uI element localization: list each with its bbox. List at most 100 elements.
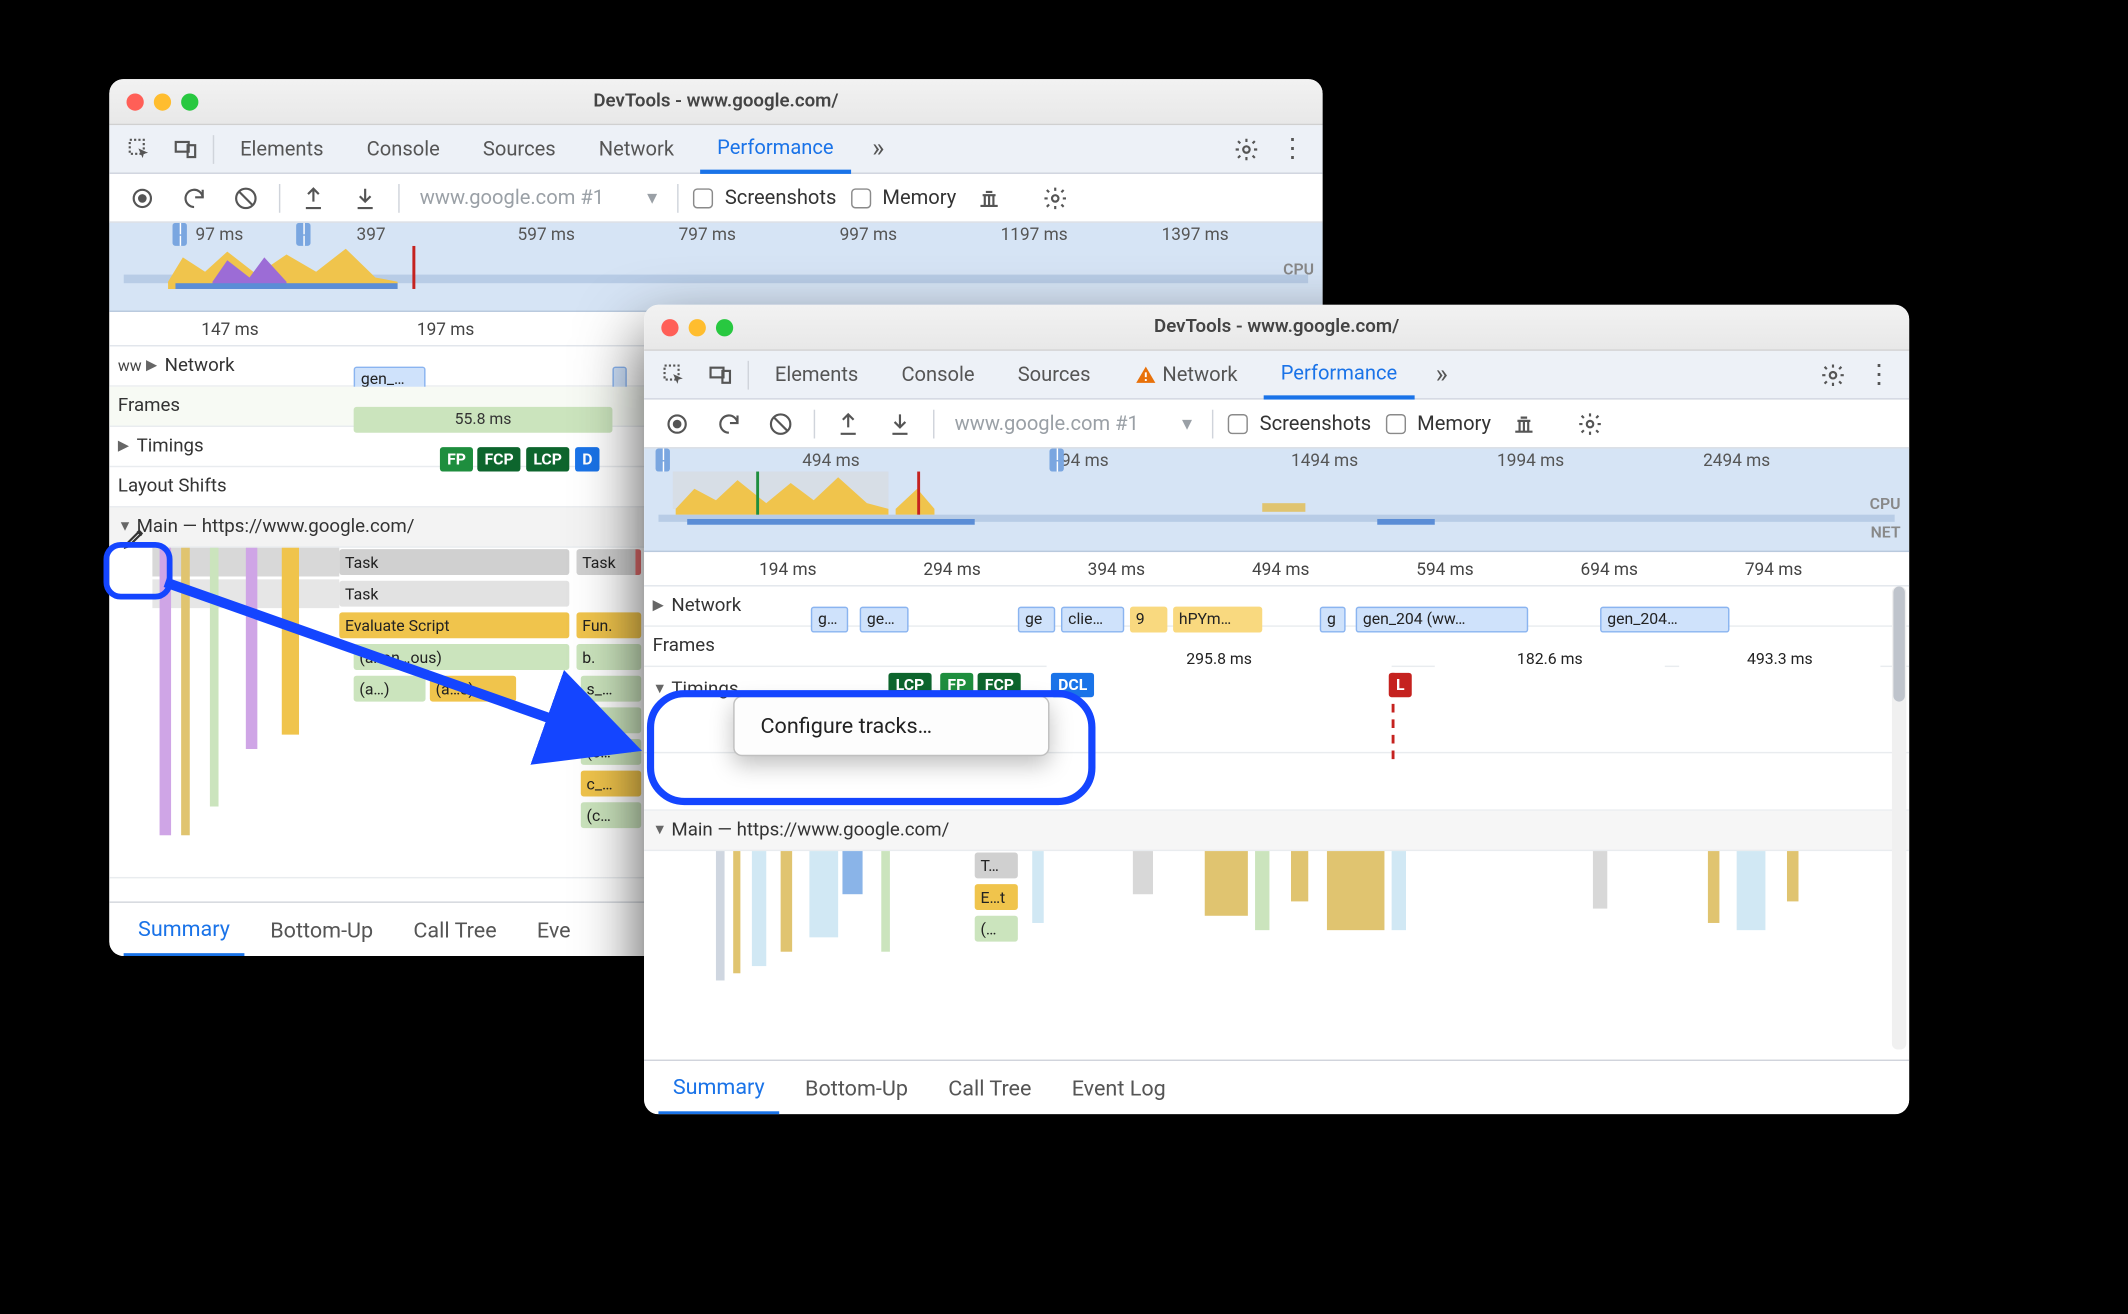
capture-settings-icon[interactable] — [1572, 405, 1609, 442]
download-icon[interactable] — [881, 405, 918, 442]
range-handle-left[interactable] — [173, 223, 187, 246]
flame-entry[interactable]: s_… — [581, 676, 641, 702]
overview-ruler: 494 ms 94 ms 1494 ms 1994 ms 2494 ms — [644, 449, 1909, 472]
tab-sources[interactable]: Sources — [1000, 350, 1107, 399]
device-toggle-icon[interactable] — [167, 130, 204, 167]
timings-track-label: Timings — [137, 436, 204, 458]
flame-entry[interactable]: (a…) — [354, 676, 426, 702]
minimize-icon[interactable] — [154, 93, 171, 110]
tab-sources[interactable]: Sources — [466, 124, 573, 173]
range-handle-left[interactable] — [656, 449, 670, 472]
cpu-overview-graph — [124, 246, 1309, 289]
btab-summary[interactable]: Summary — [124, 903, 245, 956]
kebab-menu-icon[interactable]: ⋮ — [1860, 356, 1897, 393]
menu-configure-tracks[interactable]: Configure tracks… — [735, 703, 1048, 749]
screenshots-checkbox[interactable]: Screenshots — [693, 186, 836, 209]
inspect-icon[interactable] — [656, 356, 693, 393]
btab-calltree[interactable]: Call Tree — [399, 902, 511, 956]
flame-entry[interactable]: b. — [576, 644, 641, 670]
settings-icon[interactable] — [1814, 356, 1851, 393]
flame-entry[interactable]: (a…s) — [430, 676, 516, 702]
recording-dropdown-label: www.google.com #1 — [420, 186, 604, 209]
scrollbar[interactable] — [1892, 587, 1906, 1051]
close-icon[interactable] — [127, 93, 144, 110]
tab-network[interactable]: Network — [582, 124, 692, 173]
flame-entry[interactable]: (c… — [581, 802, 641, 828]
clear-icon[interactable] — [762, 405, 799, 442]
upload-icon[interactable] — [295, 179, 332, 216]
flame-entry[interactable]: Evaluate Script — [339, 612, 569, 638]
recording-dropdown[interactable]: www.google.com #1 ▾ — [949, 412, 1198, 435]
timing-fp-badge: FP — [940, 673, 973, 697]
btab-summary[interactable]: Summary — [658, 1061, 779, 1114]
expand-icon[interactable]: ▶ — [653, 598, 667, 614]
tab-console[interactable]: Console — [884, 350, 992, 399]
minimize-icon[interactable] — [689, 318, 706, 335]
flame-entry[interactable]: (… — [975, 916, 1018, 942]
task-chip[interactable]: Task — [576, 549, 641, 575]
flame-entry[interactable]: Fun. — [576, 612, 641, 638]
timeline-overview[interactable]: 97 ms 397 597 ms 797 ms 997 ms 1197 ms 1… — [109, 223, 1322, 312]
timing-lcp-badge: LCP — [888, 673, 931, 697]
devtools-window-b: DevTools - www.google.com/ Elements Cons… — [644, 305, 1909, 1114]
collapse-icon[interactable]: ▼ — [653, 822, 667, 838]
network-track: ▶Network g… ge… ge clie… 9 hPYm… g gen_2… — [644, 587, 1909, 627]
expand-icon[interactable]: ▶ — [118, 438, 132, 454]
frames-track: Frames 295.8 ms 182.6 ms 493.3 ms — [644, 627, 1909, 667]
upload-icon[interactable] — [830, 405, 867, 442]
record-icon[interactable] — [124, 179, 161, 216]
reload-icon[interactable] — [175, 179, 212, 216]
edit-tracks-icon[interactable] — [115, 518, 155, 558]
main-track-header[interactable]: ▼ Main — https://www.google.com/ — [644, 811, 1909, 851]
more-tabs-icon[interactable]: » — [860, 130, 897, 167]
close-icon[interactable] — [661, 318, 678, 335]
btab-eventlog[interactable]: Eve — [523, 902, 585, 956]
tab-network[interactable]: Network — [1116, 350, 1255, 399]
more-tabs-icon[interactable]: » — [1423, 356, 1460, 393]
download-icon[interactable] — [346, 179, 383, 216]
tab-elements[interactable]: Elements — [758, 350, 876, 399]
inspect-icon[interactable] — [121, 130, 158, 167]
tab-console[interactable]: Console — [349, 124, 457, 173]
recording-dropdown[interactable]: www.google.com #1 ▾ — [414, 186, 663, 209]
window-title: DevTools - www.google.com/ — [644, 316, 1909, 338]
range-handle-right[interactable] — [296, 223, 310, 246]
memory-checkbox[interactable]: Memory — [851, 186, 957, 209]
net-label: NET — [1871, 523, 1901, 542]
flame-entry[interactable]: T… — [975, 853, 1018, 879]
range-handle-right[interactable] — [1049, 449, 1063, 472]
timeline-overview[interactable]: 494 ms 94 ms 1494 ms 1994 ms 2494 ms — [644, 449, 1909, 553]
scrollbar-thumb[interactable] — [1893, 587, 1905, 702]
screenshots-checkbox[interactable]: Screenshots — [1228, 412, 1371, 435]
tab-performance[interactable]: Performance — [700, 125, 851, 174]
btab-bottomup[interactable]: Bottom-Up — [791, 1060, 923, 1114]
garbage-collect-icon[interactable] — [971, 179, 1008, 216]
tab-performance[interactable]: Performance — [1263, 351, 1414, 400]
settings-icon[interactable] — [1228, 130, 1265, 167]
zoom-icon[interactable] — [181, 93, 198, 110]
memory-checkbox[interactable]: Memory — [1386, 412, 1492, 435]
capture-settings-icon[interactable] — [1037, 179, 1074, 216]
btab-calltree[interactable]: Call Tree — [934, 1060, 1046, 1114]
tab-elements[interactable]: Elements — [223, 124, 341, 173]
btab-bottomup[interactable]: Bottom-Up — [256, 902, 388, 956]
reload-icon[interactable] — [710, 405, 747, 442]
main-flame-chart[interactable]: T… E…t (… — [644, 851, 1909, 1009]
task-chip[interactable]: Task — [339, 549, 569, 575]
record-icon[interactable] — [658, 405, 695, 442]
kebab-menu-icon[interactable]: ⋮ — [1274, 130, 1311, 167]
flame-entry[interactable]: ._… — [581, 707, 641, 733]
task-chip[interactable]: Task — [339, 581, 569, 607]
device-toggle-icon[interactable] — [702, 356, 739, 393]
flame-entry[interactable]: (c… — [581, 739, 641, 765]
zoom-icon[interactable] — [716, 318, 733, 335]
flame-entry[interactable]: E…t — [975, 884, 1018, 910]
garbage-collect-icon[interactable] — [1505, 405, 1542, 442]
expand-icon[interactable]: ▶ — [146, 358, 160, 374]
btab-eventlog[interactable]: Event Log — [1057, 1060, 1180, 1114]
clear-icon[interactable] — [227, 179, 264, 216]
collapse-icon[interactable]: ▼ — [653, 681, 667, 697]
flame-entry[interactable]: c_… — [581, 771, 641, 797]
flame-entry[interactable]: (anon…ous) — [354, 644, 570, 670]
titlebar: DevTools - www.google.com/ — [644, 305, 1909, 351]
